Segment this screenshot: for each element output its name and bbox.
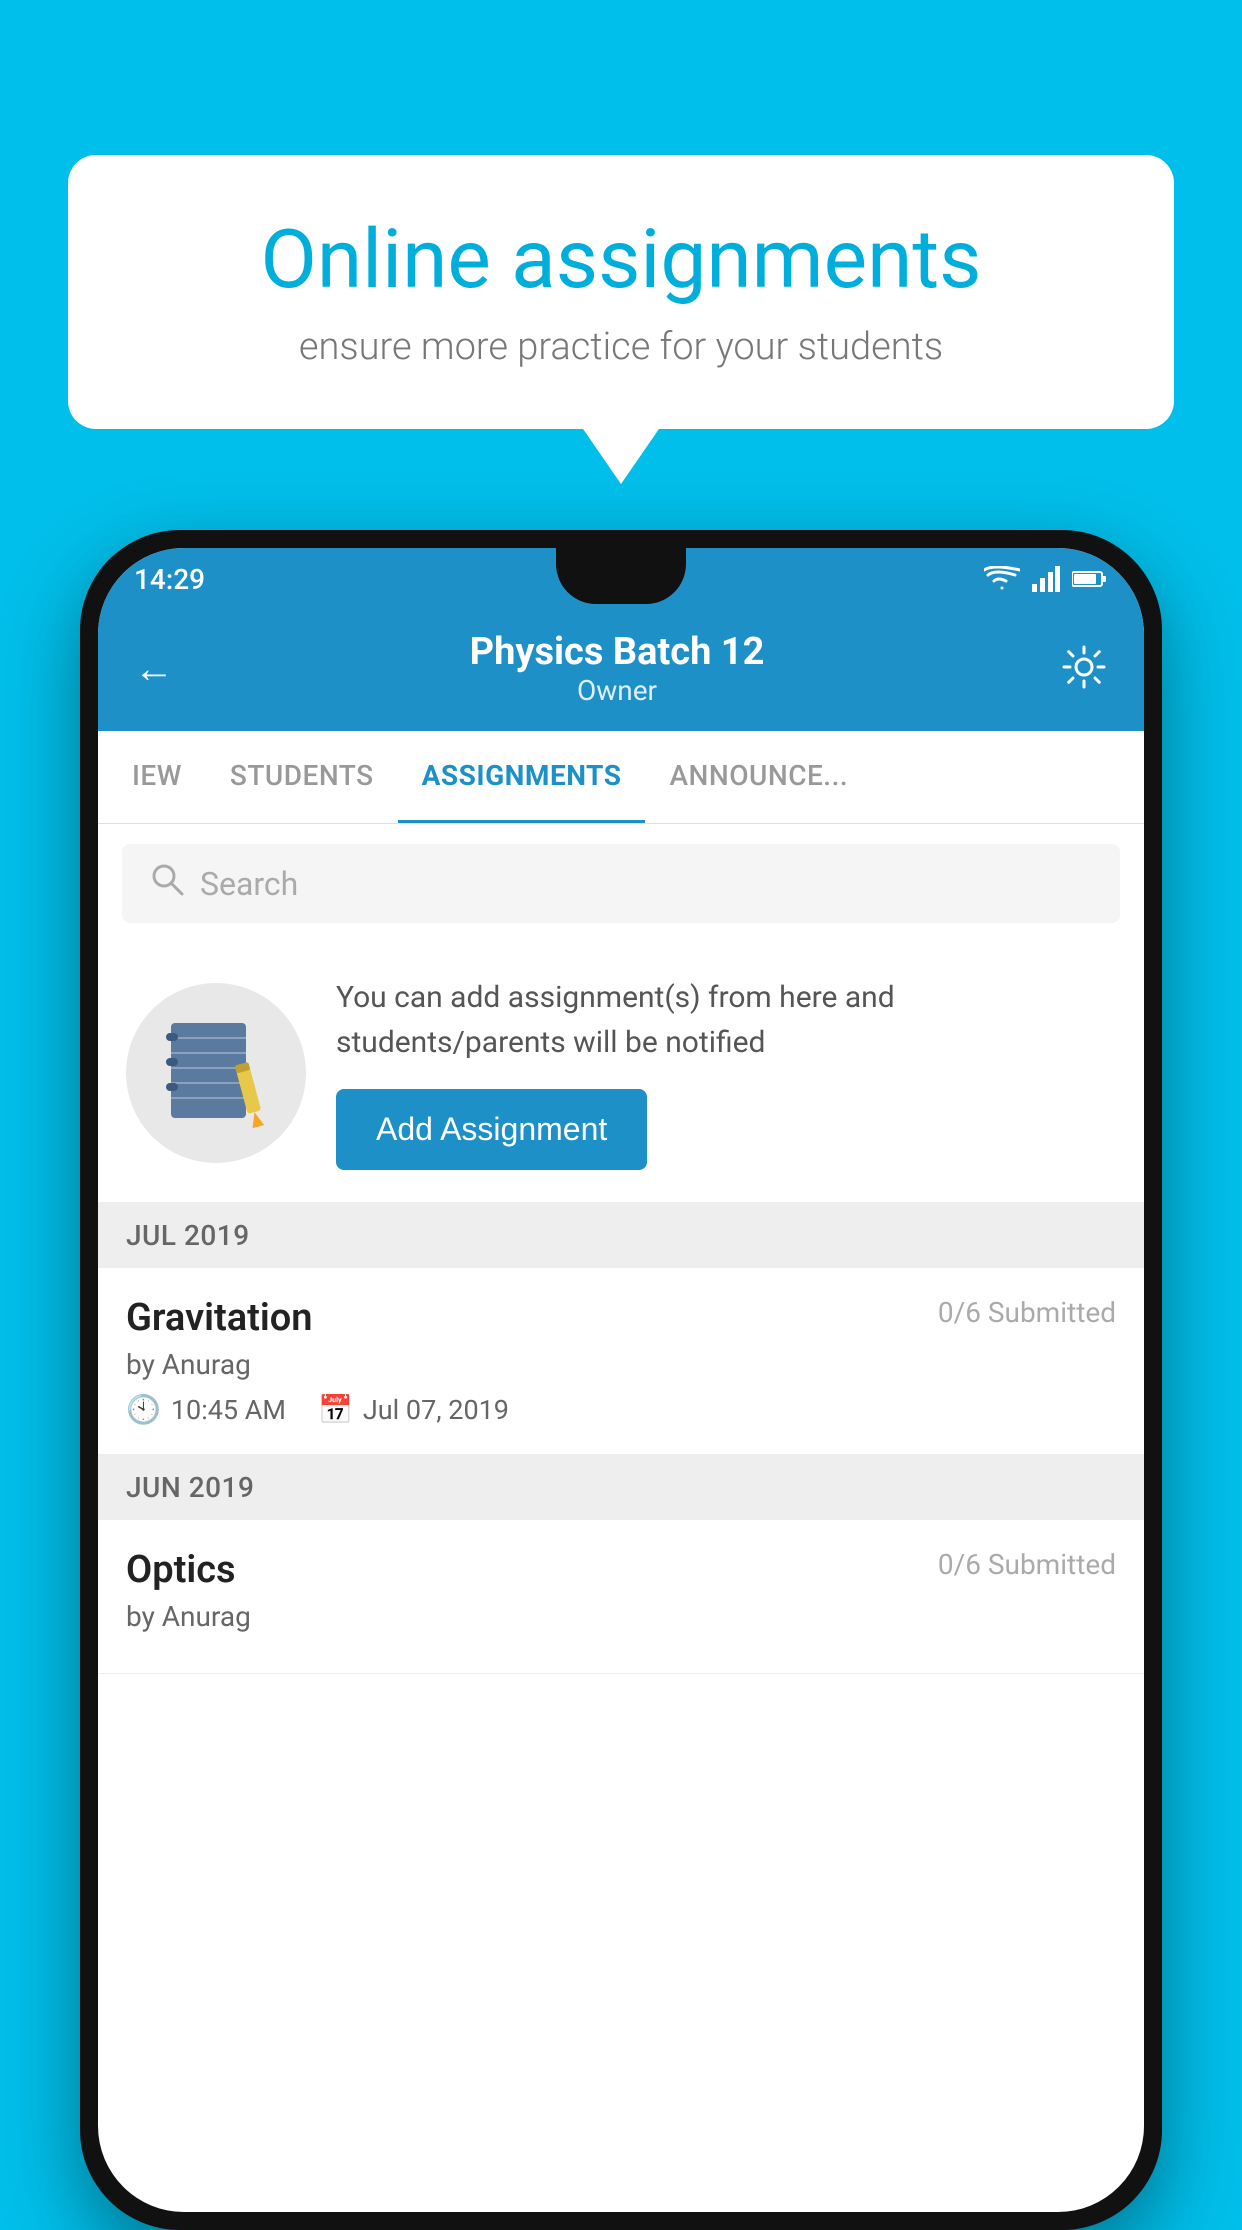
add-assignment-promo: You can add assignment(s) from here and … [98, 943, 1144, 1203]
tab-assignments[interactable]: ASSIGNMENTS [398, 731, 646, 823]
assignment-gravitation[interactable]: Gravitation 0/6 Submitted by Anurag 🕙 10… [98, 1268, 1144, 1455]
assignment-meta-gravitation: 🕙 10:45 AM 📅 Jul 07, 2019 [126, 1393, 1116, 1426]
assignment-submitted-optics: 0/6 Submitted [938, 1548, 1116, 1581]
status-time: 14:29 [134, 563, 205, 596]
search-box[interactable]: Search [122, 844, 1120, 923]
assignment-row-top: Gravitation 0/6 Submitted [126, 1296, 1116, 1340]
header-center: Physics Batch 12 Owner [174, 630, 1060, 707]
promo-icon-circle [126, 983, 306, 1163]
speech-bubble-container: Online assignments ensure more practice … [68, 155, 1174, 429]
notebook-icon [166, 1018, 266, 1128]
assignment-name-optics: Optics [126, 1548, 236, 1592]
signal-icon [1032, 566, 1060, 592]
assignment-time-gravitation: 🕙 10:45 AM [126, 1393, 286, 1426]
header-title: Physics Batch 12 [174, 630, 1060, 674]
search-placeholder: Search [200, 865, 298, 903]
status-bar: 14:29 [98, 548, 1144, 610]
search-icon [150, 862, 184, 905]
add-assignment-button[interactable]: Add Assignment [336, 1089, 647, 1170]
tab-students[interactable]: STUDENTS [206, 731, 398, 823]
phone-inner: 14:29 [98, 548, 1144, 2212]
assignment-name-gravitation: Gravitation [126, 1296, 313, 1340]
gear-button[interactable] [1060, 643, 1108, 695]
notch [556, 548, 686, 604]
tab-iew[interactable]: IEW [108, 731, 206, 823]
bubble-subtitle: ensure more practice for your students [138, 325, 1104, 369]
assignment-optics[interactable]: Optics 0/6 Submitted by Anurag [98, 1520, 1144, 1674]
assignment-by-gravitation: by Anurag [126, 1348, 1116, 1381]
status-icons [984, 566, 1108, 592]
bubble-title: Online assignments [138, 215, 1104, 305]
promo-text: You can add assignment(s) from here and … [336, 975, 1116, 1065]
assignment-optics-row-top: Optics 0/6 Submitted [126, 1548, 1116, 1592]
back-button[interactable]: ← [134, 645, 174, 692]
gear-icon [1060, 643, 1108, 691]
battery-icon [1072, 569, 1108, 589]
section-jul-2019: JUL 2019 [98, 1203, 1144, 1268]
assignment-date-gravitation: 📅 Jul 07, 2019 [318, 1393, 509, 1426]
tabs-bar: IEW STUDENTS ASSIGNMENTS ANNOUNCE... [98, 731, 1144, 824]
section-jun-2019: JUN 2019 [98, 1455, 1144, 1520]
app-header: ← Physics Batch 12 Owner [98, 610, 1144, 731]
promo-content: You can add assignment(s) from here and … [336, 975, 1116, 1170]
clock-icon: 🕙 [126, 1393, 161, 1426]
header-subtitle: Owner [174, 674, 1060, 707]
calendar-icon: 📅 [318, 1393, 353, 1426]
phone-frame: 14:29 [80, 530, 1162, 2230]
search-container: Search [98, 824, 1144, 943]
assignment-submitted-gravitation: 0/6 Submitted [938, 1296, 1116, 1329]
tab-announcements[interactable]: ANNOUNCE... [645, 731, 872, 823]
assignment-by-optics: by Anurag [126, 1600, 1116, 1633]
speech-bubble: Online assignments ensure more practice … [68, 155, 1174, 429]
wifi-icon [984, 566, 1020, 592]
